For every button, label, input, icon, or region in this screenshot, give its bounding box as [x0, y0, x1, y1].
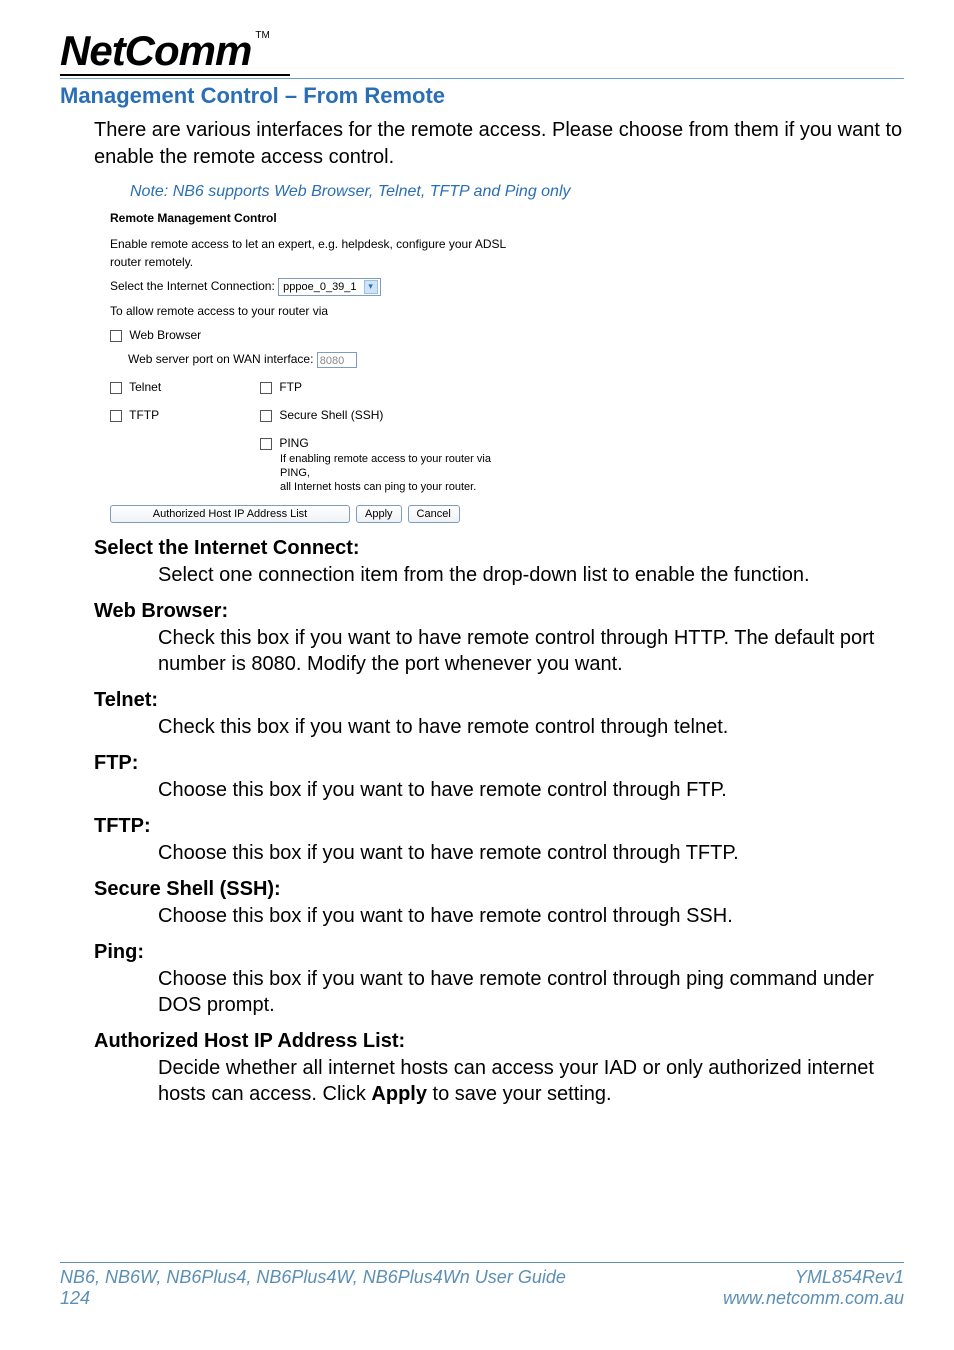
telnet-checkbox[interactable]: [110, 382, 122, 394]
ssh-label: Secure Shell (SSH): [279, 408, 383, 422]
apply-button[interactable]: Apply: [356, 505, 402, 523]
def-ftp-body: Choose this box if you want to have remo…: [158, 777, 904, 803]
def-select-title: Select the Internet Connect:: [94, 537, 904, 560]
web-browser-checkbox[interactable]: [110, 330, 122, 342]
def-ping-title: Ping:: [94, 941, 904, 964]
def-select-body: Select one connection item from the drop…: [158, 562, 904, 588]
tftp-checkbox[interactable]: [110, 410, 122, 422]
ping-note-1: If enabling remote access to your router…: [280, 452, 520, 481]
ftp-label: FTP: [279, 380, 302, 394]
def-web-body: Check this box if you want to have remot…: [158, 625, 904, 677]
footer-guide-title: NB6, NB6W, NB6Plus4, NB6Plus4W, NB6Plus4…: [60, 1267, 566, 1289]
trademark-symbol: TM: [255, 30, 269, 41]
panel-enable-text: Enable remote access to let an expert, e…: [110, 235, 540, 271]
ssh-checkbox[interactable]: [260, 410, 272, 422]
def-tftp-body: Choose this box if you want to have remo…: [158, 840, 904, 866]
connection-dropdown-value: pppoe_0_39_1: [283, 281, 356, 293]
def-web-title: Web Browser:: [94, 600, 904, 623]
web-port-input[interactable]: 8080: [317, 352, 357, 368]
chevron-down-icon[interactable]: ▾: [364, 280, 378, 294]
select-connection-label: Select the Internet Connection:: [110, 279, 275, 293]
def-ssh-body: Choose this box if you want to have remo…: [158, 903, 904, 929]
web-port-label: Web server port on WAN interface:: [128, 352, 313, 366]
footer-divider: [60, 1262, 904, 1263]
ping-checkbox[interactable]: [260, 438, 272, 450]
intro-text: There are various interfaces for the rem…: [94, 117, 904, 171]
web-browser-label: Web Browser: [129, 328, 201, 342]
note-text: Note: NB6 supports Web Browser, Telnet, …: [130, 183, 904, 201]
tftp-label: TFTP: [129, 408, 159, 422]
def-auth-title: Authorized Host IP Address List:: [94, 1030, 904, 1053]
def-telnet-body: Check this box if you want to have remot…: [158, 714, 904, 740]
def-ping-body: Choose this box if you want to have remo…: [158, 966, 904, 1018]
ping-note-2: all Internet hosts can ping to your rout…: [280, 480, 520, 494]
def-auth-body: Decide whether all internet hosts can ac…: [158, 1055, 904, 1107]
def-tftp-title: TFTP:: [94, 815, 904, 838]
brand-logo: NetComm: [60, 30, 251, 72]
authorized-host-button[interactable]: Authorized Host IP Address List: [110, 505, 350, 523]
ftp-checkbox[interactable]: [260, 382, 272, 394]
page-footer: NB6, NB6W, NB6Plus4, NB6Plus4W, NB6Plus4…: [60, 1254, 904, 1310]
def-ftp-title: FTP:: [94, 752, 904, 775]
header-divider: [60, 78, 904, 79]
panel-heading: Remote Management Control: [110, 209, 540, 227]
def-ssh-title: Secure Shell (SSH):: [94, 878, 904, 901]
footer-rev: YML854Rev1: [723, 1267, 904, 1289]
def-telnet-title: Telnet:: [94, 689, 904, 712]
remote-mgmt-panel: Remote Management Control Enable remote …: [110, 209, 540, 523]
logo-underline: [60, 74, 290, 76]
connection-dropdown[interactable]: pppoe_0_39_1 ▾: [278, 278, 380, 296]
section-title: Management Control – From Remote: [60, 83, 904, 109]
footer-page-number: 124: [60, 1288, 566, 1310]
telnet-label: Telnet: [129, 380, 161, 394]
ping-label: PING: [279, 436, 308, 450]
allow-access-text: To allow remote access to your router vi…: [110, 302, 540, 320]
footer-url: www.netcomm.com.au: [723, 1288, 904, 1310]
cancel-button[interactable]: Cancel: [408, 505, 460, 523]
